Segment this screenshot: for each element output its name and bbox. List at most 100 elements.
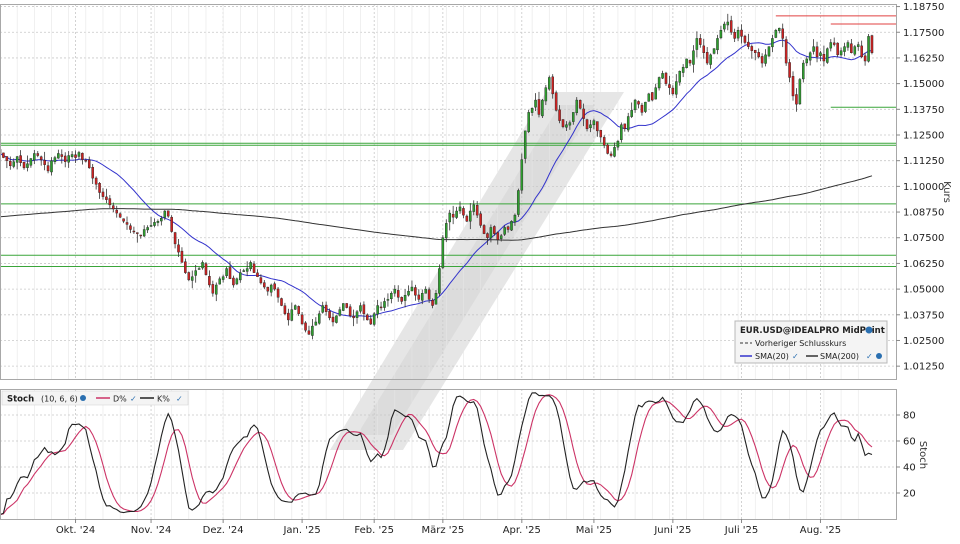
candle-body bbox=[283, 305, 287, 314]
price-tick-label: 1.10000 bbox=[903, 182, 944, 193]
price-tick-label: 1.16250 bbox=[903, 53, 944, 64]
candle-body bbox=[84, 160, 88, 162]
candle-body bbox=[661, 73, 664, 79]
stoch-d-check-icon[interactable]: ✓ bbox=[130, 395, 137, 404]
candle-body bbox=[493, 226, 496, 234]
candle-body bbox=[726, 21, 730, 26]
candle-body bbox=[702, 45, 706, 54]
candle-body bbox=[815, 46, 819, 58]
candle-body bbox=[606, 144, 609, 154]
candle-body bbox=[362, 304, 366, 314]
candle-body bbox=[541, 99, 544, 117]
candle-body bbox=[201, 262, 204, 269]
x-tick-label: Juni '25 bbox=[653, 525, 691, 536]
stoch-tick-label: 80 bbox=[903, 411, 916, 422]
candle-body bbox=[29, 158, 33, 166]
candle-body bbox=[438, 268, 441, 294]
candle-body bbox=[548, 77, 551, 90]
candle-body bbox=[321, 305, 324, 313]
candle-body bbox=[499, 235, 503, 239]
candle-body bbox=[208, 276, 211, 286]
candle-body bbox=[812, 46, 815, 52]
candle-body bbox=[462, 208, 465, 216]
candle-body bbox=[239, 272, 242, 281]
candle-body bbox=[173, 232, 177, 245]
candle-body bbox=[431, 299, 434, 306]
candle-body bbox=[22, 161, 26, 169]
candle-body bbox=[420, 293, 424, 301]
candle-body bbox=[781, 28, 784, 39]
candle-body bbox=[448, 212, 451, 223]
price-tick-label: 1.12500 bbox=[903, 130, 944, 141]
candle-body bbox=[263, 282, 266, 288]
price-tick-label: 1.13750 bbox=[903, 105, 944, 116]
candle-body bbox=[609, 153, 613, 156]
candle-body bbox=[802, 62, 805, 80]
candle-body bbox=[750, 46, 754, 51]
candle-body bbox=[215, 284, 218, 295]
candle-body bbox=[482, 225, 486, 234]
candle-body bbox=[225, 268, 228, 277]
candle-body bbox=[287, 312, 290, 321]
candle-body bbox=[654, 87, 657, 100]
price-axis: 1.18750 1.17500 1.16250 1.15000 1.13750 1.125… bbox=[896, 2, 944, 373]
candle-body bbox=[293, 305, 297, 310]
candle-body bbox=[407, 290, 410, 296]
candle-body bbox=[829, 42, 833, 49]
candle-body bbox=[211, 284, 215, 294]
candle-body bbox=[331, 316, 335, 323]
candle-body bbox=[297, 306, 300, 314]
candle-body bbox=[15, 156, 19, 163]
candle-body bbox=[115, 209, 118, 214]
candle-body bbox=[657, 77, 661, 89]
stoch-k-check-icon[interactable]: ✓ bbox=[176, 395, 183, 404]
x-tick-label: Mai '25 bbox=[576, 525, 612, 536]
legend-sma-info-icon[interactable] bbox=[876, 353, 882, 359]
candle-body bbox=[129, 225, 132, 230]
legend-info-icon[interactable] bbox=[865, 326, 873, 334]
candle-body bbox=[300, 314, 304, 325]
candle-body bbox=[719, 29, 723, 39]
candle-body bbox=[204, 263, 208, 275]
legend-sma200: SMA(200) bbox=[820, 352, 859, 361]
candle-body bbox=[760, 56, 764, 64]
candle-body bbox=[458, 206, 462, 212]
candle-body bbox=[249, 262, 252, 270]
candle-body bbox=[98, 183, 101, 193]
candle-body bbox=[647, 93, 651, 102]
candle-body bbox=[839, 50, 843, 56]
x-tick-label: Okt. '24 bbox=[56, 525, 95, 536]
candle-body bbox=[496, 232, 500, 240]
candle-body bbox=[142, 229, 146, 237]
x-tick-label: Feb. '25 bbox=[354, 525, 394, 536]
candle-body bbox=[259, 277, 263, 284]
candle-body bbox=[596, 121, 599, 132]
candle-body bbox=[681, 66, 685, 73]
candle-body bbox=[675, 81, 678, 95]
candle-body bbox=[417, 294, 421, 300]
candle-body bbox=[795, 94, 798, 105]
candle-body bbox=[160, 218, 163, 222]
candle-body bbox=[668, 84, 671, 88]
candle-body bbox=[537, 99, 541, 115]
price-tick-label: 1.08750 bbox=[903, 208, 944, 219]
candle-body bbox=[256, 272, 259, 277]
candle-body bbox=[551, 76, 554, 95]
candle-body bbox=[43, 160, 46, 165]
candle-body bbox=[853, 46, 857, 55]
price-tick-label: 1.18750 bbox=[903, 2, 944, 13]
candle-body bbox=[863, 55, 867, 62]
stoch-info-icon[interactable] bbox=[80, 395, 86, 401]
candle-body bbox=[355, 311, 359, 318]
candle-body bbox=[472, 204, 476, 212]
legend-sma20-check-icon[interactable]: ✓ bbox=[792, 352, 799, 361]
candle-body bbox=[523, 130, 527, 159]
candle-body bbox=[125, 222, 129, 225]
candle-body bbox=[311, 325, 314, 336]
candle-body bbox=[832, 42, 836, 45]
candle-body bbox=[664, 72, 668, 84]
candle-body bbox=[451, 213, 455, 218]
candle-body bbox=[589, 124, 592, 129]
candle-body bbox=[630, 110, 633, 117]
legend-sma200-check-icon[interactable]: ✓ bbox=[866, 352, 873, 361]
